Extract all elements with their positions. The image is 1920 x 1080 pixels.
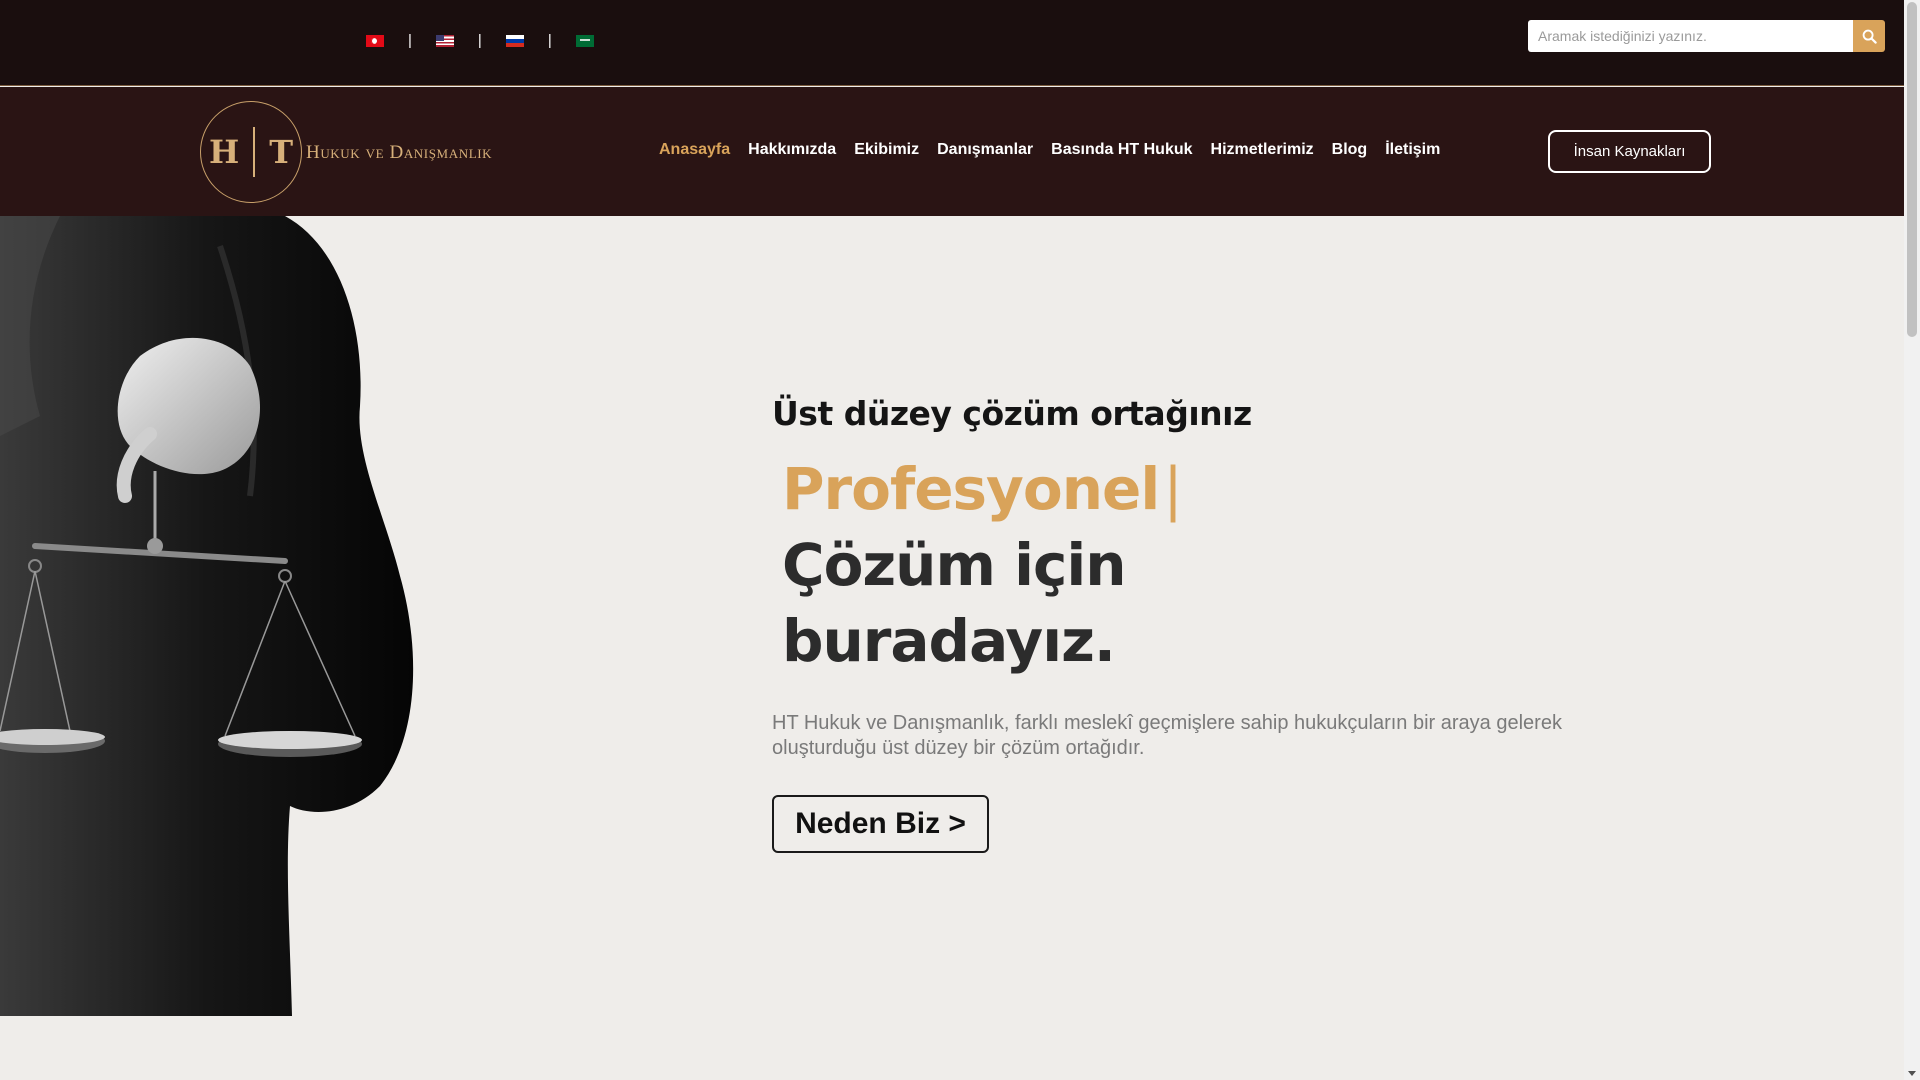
page-scrollbar[interactable] <box>1904 0 1920 1080</box>
scroll-down-arrow-icon[interactable] <box>1908 1071 1916 1076</box>
menu-item-blog[interactable]: Blog <box>1332 141 1368 159</box>
search-icon <box>1862 29 1877 44</box>
flag-ru-icon[interactable] <box>505 35 524 47</box>
hero-typed-word: Profesyonel <box>782 455 1160 523</box>
logo-letter-t: T <box>269 133 294 171</box>
logo-monogram: H T <box>200 101 302 203</box>
language-separator: | <box>547 32 552 49</box>
hero-eyebrow: Üst düzey çözüm ortağınız <box>772 394 1252 433</box>
primary-menu: Anasayfa Hakkımızda Ekibimiz Danışmanlar… <box>659 141 1458 159</box>
logo-divider <box>253 127 256 177</box>
language-separator: | <box>408 32 412 49</box>
search-input[interactable] <box>1528 20 1853 52</box>
menu-item-press[interactable]: Basında HT Hukuk <box>1051 141 1192 159</box>
hero-headline-line2: Çözüm için <box>782 531 1127 599</box>
menu-item-contact[interactable]: İletişim <box>1385 141 1440 159</box>
menu-item-services[interactable]: Hizmetlerimiz <box>1211 141 1314 159</box>
why-us-button[interactable]: Neden Biz > <box>772 795 989 853</box>
hero-headline: Profesyonel| Çözüm için buradayız. <box>772 451 1572 679</box>
menu-item-consultants[interactable]: Danışmanlar <box>937 141 1033 159</box>
search-button[interactable] <box>1853 20 1885 52</box>
flag-sa-icon[interactable] <box>575 35 594 47</box>
site-logo[interactable]: H T Hukuk ve Danışmanlık <box>200 101 520 203</box>
menu-item-home[interactable]: Anasayfa <box>659 141 730 159</box>
menu-item-team[interactable]: Ekibimiz <box>854 141 919 159</box>
lawyer-scales-image <box>0 216 414 1016</box>
top-bar: | | | <box>0 0 1904 86</box>
hero-description: HT Hukuk ve Danışmanlık, farklı meslekî … <box>772 712 1562 759</box>
scrollbar-thumb[interactable] <box>1907 2 1917 337</box>
search-form <box>1528 20 1885 52</box>
language-separator: | <box>477 32 482 49</box>
hero-headline-line3: buradayız. <box>782 607 1116 675</box>
flag-us-icon[interactable] <box>435 35 454 47</box>
menu-item-about[interactable]: Hakkımızda <box>748 141 836 159</box>
flag-tr-icon[interactable] <box>366 35 384 47</box>
main-navbar: H T Hukuk ve Danışmanlık Anasayfa Hakkım… <box>0 87 1904 216</box>
logo-letter-h: H <box>208 133 240 171</box>
hero-content: Üst düzey çözüm ortağınız Profesyonel| Ç… <box>772 394 1572 853</box>
hero-section: Üst düzey çözüm ortağınız Profesyonel| Ç… <box>0 216 1904 1080</box>
typing-cursor: | <box>1163 455 1183 523</box>
human-resources-button[interactable]: İnsan Kaynakları <box>1548 130 1711 173</box>
language-switcher: | | | <box>366 32 594 49</box>
logo-wordmark: Hukuk ve Danışmanlık <box>306 142 493 163</box>
